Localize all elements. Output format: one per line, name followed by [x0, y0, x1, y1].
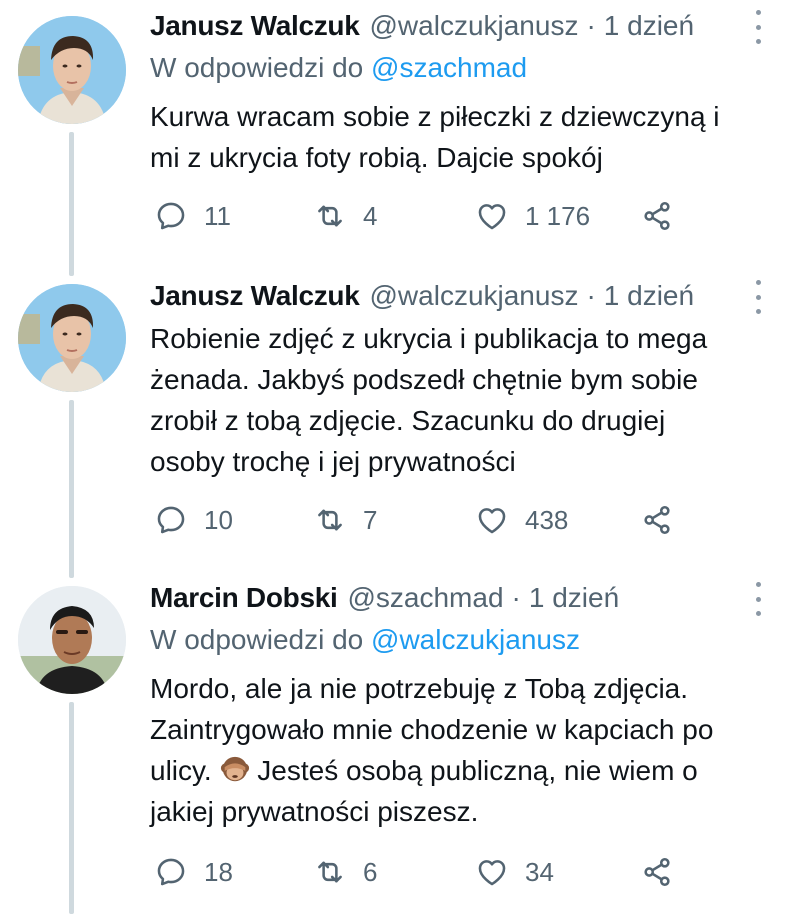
share-button[interactable]: [640, 500, 674, 540]
tweet-text-fragment: ulicy.: [150, 755, 212, 786]
reply-button[interactable]: 10: [154, 500, 233, 540]
reply-to-label: W odpowiedzi do: [150, 624, 364, 655]
retweet-button[interactable]: 7: [313, 500, 377, 540]
heart-icon: [478, 204, 506, 230]
like-button[interactable]: 438: [475, 500, 568, 540]
reply-count: 10: [204, 504, 233, 535]
tweet-text-line: Mordo, ale ja nie potrzebuję z Tobą zdję…: [150, 673, 689, 704]
retweet-button[interactable]: 6: [313, 852, 377, 892]
tweet-text: Kurwa wracam sobie z piłeczki z dziewczy…: [150, 96, 775, 178]
reply-icon: [157, 202, 185, 230]
reply-to-line: W odpowiedzi do @walczukjanusz: [150, 624, 580, 656]
tweet-actions: 10 7 438: [150, 500, 790, 540]
tweet-header: Marcin Dobski @szachmad · 1 dzień: [150, 578, 619, 618]
tweet-text-line: Kurwa wracam sobie z piłeczki z dziewczy…: [150, 101, 720, 132]
more-options-icon[interactable]: [752, 10, 764, 44]
tweet-text: Robienie zdjęć z ukrycia i publikacja to…: [150, 318, 775, 482]
reply-count: 18: [204, 856, 233, 887]
heart-icon: [478, 860, 506, 886]
see-no-evil-monkey-icon: [220, 756, 249, 782]
separator-dot: ·: [586, 10, 596, 41]
tweet-text-line: żenada. Jakbyś podszedł chętnie bym sobi…: [150, 364, 698, 395]
tweet-text-line: Zaintrygowało mnie chodzenie w kapciach …: [150, 714, 714, 745]
reply-icon: [157, 506, 185, 534]
like-button[interactable]: 1 176: [475, 196, 590, 236]
reply-button[interactable]: 18: [154, 852, 233, 892]
tweet-actions: 18 6 34: [150, 852, 790, 892]
reply-to-handle-link[interactable]: @walczukjanusz: [371, 624, 580, 655]
thread-line: [69, 132, 74, 276]
tweet-text: Mordo, ale ja nie potrzebuję z Tobą zdję…: [150, 668, 775, 832]
avatar[interactable]: [18, 16, 126, 124]
avatar[interactable]: [18, 586, 126, 694]
like-count: 1 176: [525, 200, 591, 231]
tweet-text-line: mi z ukrycia foty robią. Dajcie spokój: [150, 142, 603, 173]
thread-line: [69, 400, 74, 578]
tweet-actions: 11 4 1 176: [150, 196, 790, 236]
thread-line: [69, 702, 74, 914]
reply-button[interactable]: 11: [154, 196, 231, 236]
separator-dot: ·: [586, 280, 596, 311]
reply-icon: [157, 858, 185, 886]
avatar[interactable]: [18, 284, 126, 392]
like-count: 438: [525, 504, 569, 535]
share-icon: [644, 857, 670, 887]
tweet-text-fragment: Jesteś osobą publiczną, nie wiem o: [257, 755, 698, 786]
tweet-text-line: Robienie zdjęć z ukrycia i publikacja to…: [150, 323, 708, 354]
share-button[interactable]: [640, 196, 674, 236]
share-icon: [644, 505, 670, 535]
user-handle[interactable]: @szachmad: [347, 582, 503, 614]
retweet-icon: [318, 205, 342, 227]
share-icon: [644, 201, 670, 231]
tweet-text-line: ulicy. Jesteś osobą publiczną, nie wiem …: [150, 750, 775, 791]
like-button[interactable]: 34: [475, 852, 554, 892]
retweet-button[interactable]: 4: [313, 196, 377, 236]
user-handle[interactable]: @walczukjanusz: [370, 280, 579, 312]
share-button[interactable]: [640, 852, 674, 892]
reply-to-handle-link[interactable]: @szachmad: [371, 52, 527, 83]
tweet-text-line: osoby trochę i jej prywatności: [150, 446, 516, 477]
timestamp[interactable]: 1 dzień: [604, 280, 694, 312]
retweet-count: 7: [363, 504, 378, 535]
tweet-text-line: jakiej prywatności piszesz.: [150, 796, 479, 827]
display-name[interactable]: Marcin Dobski: [150, 582, 338, 614]
tweet-header: Janusz Walczuk @walczukjanusz · 1 dzień: [150, 276, 694, 316]
tweet-text-line: zrobił z tobą zdjęcie. Szacunku do drugi…: [150, 405, 666, 436]
reply-count: 11: [204, 200, 231, 231]
retweet-icon: [318, 509, 342, 531]
reply-to-line: W odpowiedzi do @szachmad: [150, 52, 527, 84]
display-name[interactable]: Janusz Walczuk: [150, 10, 360, 42]
display-name[interactable]: Janusz Walczuk: [150, 280, 360, 312]
more-options-icon[interactable]: [752, 582, 764, 616]
retweet-count: 4: [363, 200, 378, 231]
heart-icon: [478, 508, 506, 534]
retweet-count: 6: [363, 856, 378, 887]
tweet-header: Janusz Walczuk @walczukjanusz · 1 dzień: [150, 6, 694, 46]
retweet-icon: [318, 861, 342, 883]
timestamp[interactable]: 1 dzień: [529, 582, 619, 614]
timestamp[interactable]: 1 dzień: [604, 10, 694, 42]
like-count: 34: [525, 856, 554, 887]
separator-dot: ·: [511, 582, 521, 613]
reply-to-label: W odpowiedzi do: [150, 52, 364, 83]
more-options-icon[interactable]: [752, 280, 764, 314]
user-handle[interactable]: @walczukjanusz: [370, 10, 579, 42]
